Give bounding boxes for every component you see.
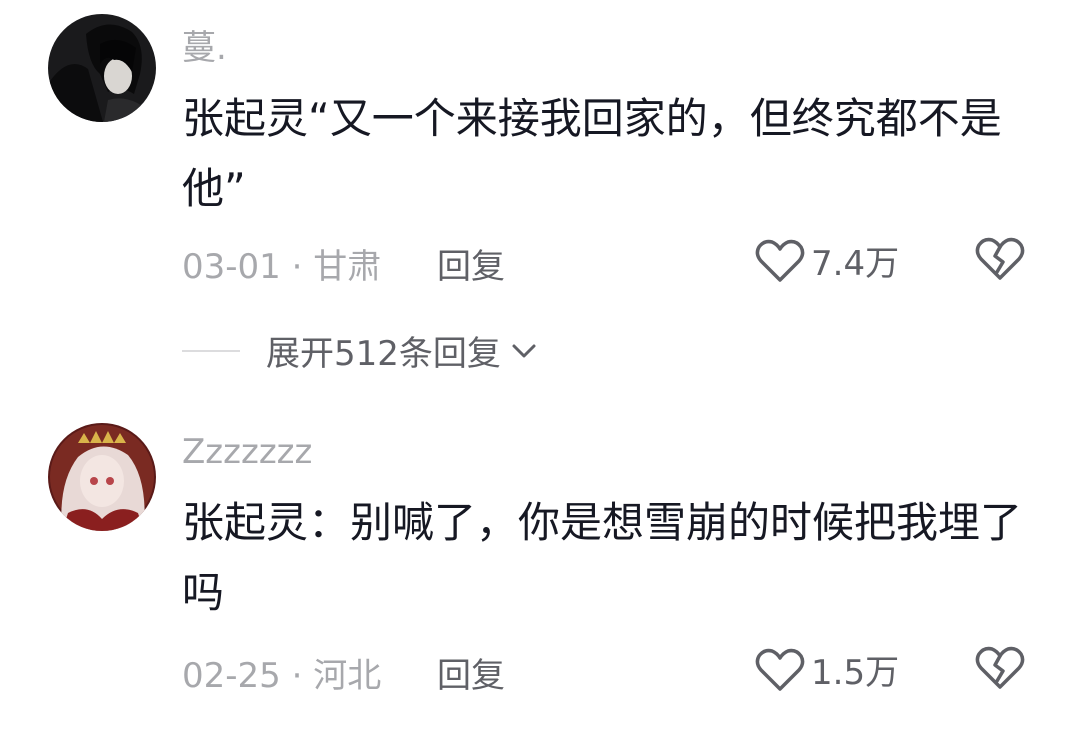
username[interactable]: 蔓. — [182, 20, 227, 69]
dislike-button[interactable] — [975, 236, 1025, 282]
reply-button[interactable]: 回复 — [437, 239, 505, 288]
heart-icon — [755, 239, 805, 282]
like-count: 7.4万 — [811, 244, 900, 284]
broken-heart-icon — [975, 646, 1025, 689]
meta-separator: · — [291, 656, 303, 696]
expand-replies-label: 展开512条回复 — [266, 334, 501, 374]
expand-divider — [182, 349, 240, 352]
like-button[interactable]: 7.4万 — [755, 236, 899, 285]
meta-separator: · — [291, 247, 303, 287]
comment-meta: 02-25 · 河北 — [182, 648, 381, 697]
comment-location: 河北 — [313, 656, 382, 696]
avatar[interactable] — [48, 423, 156, 531]
broken-heart-icon — [975, 237, 1025, 280]
avatar[interactable] — [48, 14, 156, 122]
comment-date: 02-25 — [182, 656, 281, 696]
comment-text: 张起灵“又一个来接我回家的，但终究都不是他” — [182, 94, 1002, 213]
dark-hair-avatar-icon — [48, 14, 156, 122]
dislike-button[interactable] — [975, 645, 1025, 691]
expand-replies-button[interactable]: 展开512条回复 — [182, 326, 539, 375]
comment-text: 张起灵：别喊了，你是想雪崩的时候把我埋了吗 — [182, 498, 1023, 617]
comment-meta: 03-01 · 甘肃 — [182, 239, 381, 288]
comment-location: 甘肃 — [313, 247, 382, 287]
chevron-down-icon — [512, 344, 536, 357]
like-count: 1.5万 — [811, 653, 900, 693]
reply-button[interactable]: 回复 — [437, 648, 505, 697]
comment-date: 03-01 — [182, 247, 281, 287]
like-button[interactable]: 1.5万 — [755, 645, 899, 694]
heart-icon — [755, 648, 805, 691]
white-hair-avatar-icon — [48, 423, 156, 531]
username[interactable]: Zzzzzzz — [182, 432, 312, 472]
